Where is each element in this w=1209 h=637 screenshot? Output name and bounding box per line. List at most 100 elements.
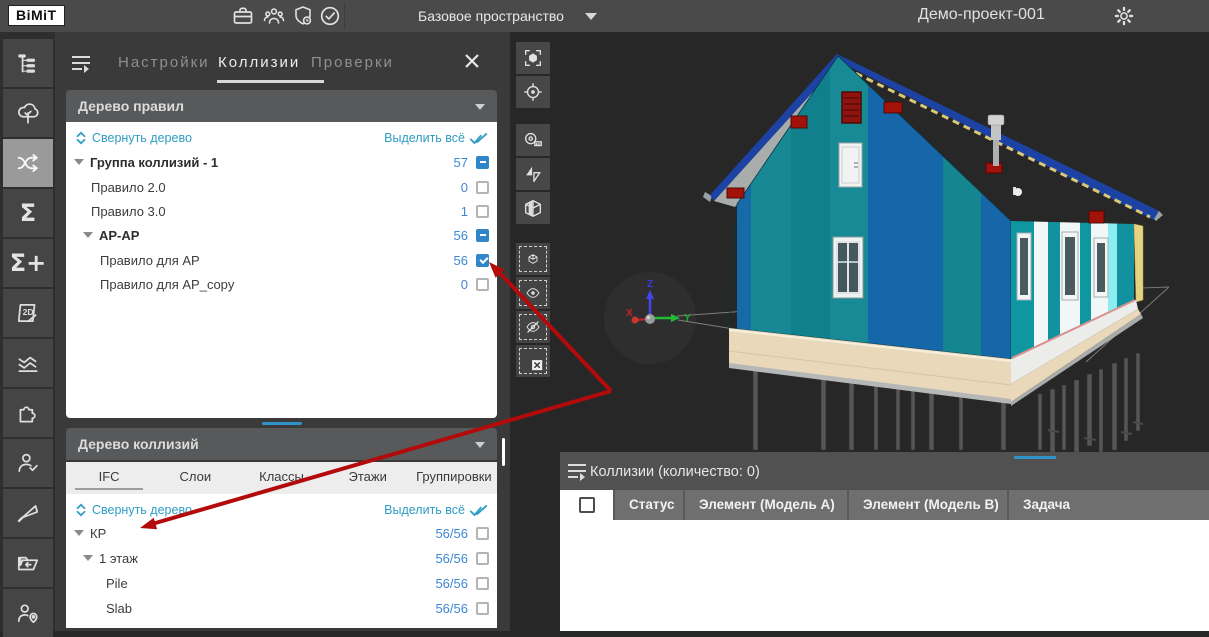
chart-lines-icon[interactable] [3, 339, 53, 387]
gable-window [833, 237, 863, 298]
workspace-selector[interactable]: Базовое пространство [418, 8, 564, 24]
sigma-glyph: Σ [20, 201, 36, 225]
sigma-icon[interactable]: Σ [3, 189, 53, 237]
row-checkbox[interactable] [476, 527, 489, 540]
user-location-icon[interactable] [3, 589, 53, 637]
gear-icon[interactable] [1113, 5, 1135, 27]
hide-selection-icon[interactable] [516, 311, 550, 343]
tree-row[interactable]: Pile 56/56 [66, 571, 497, 595]
tree-row-label: КР [90, 526, 106, 541]
results-panel-title: Коллизии (количество: 0) [590, 464, 760, 480]
select-all-link[interactable]: Выделить всё [384, 131, 465, 145]
tab-ifc[interactable]: IFC [66, 462, 152, 494]
sigma-plus-icon[interactable]: Σ+ [3, 239, 53, 287]
collision-count: 56/56 [435, 576, 468, 591]
active-tab-underline [217, 80, 324, 83]
column-element-a[interactable]: Элемент (Модель A) [683, 490, 847, 520]
row-checkbox[interactable] [476, 254, 489, 267]
panel-scrollbar[interactable] [502, 438, 505, 466]
caret-icon[interactable] [83, 232, 93, 238]
tab-layers[interactable]: Слои [152, 462, 238, 494]
clear-selection-icon[interactable] [516, 345, 550, 377]
user-check-icon[interactable] [3, 439, 53, 487]
row-checkbox[interactable] [476, 229, 489, 242]
collapse-tree-link[interactable]: Свернуть дерево [92, 503, 192, 517]
briefcase-icon[interactable] [230, 4, 256, 28]
locate-icon[interactable] [516, 76, 550, 108]
select-all-icon[interactable] [469, 503, 489, 518]
roof-vent [842, 92, 861, 123]
caret-icon[interactable] [74, 530, 84, 536]
dashed-frame [519, 246, 547, 272]
collapse-tree-icon[interactable] [74, 502, 88, 518]
row-checkbox[interactable] [476, 181, 489, 194]
panel-resize-handle[interactable] [262, 422, 302, 425]
row-checkbox[interactable] [476, 602, 489, 615]
tab-groupings[interactable]: Группировки [411, 462, 497, 494]
collapse-tree-icon[interactable] [74, 130, 88, 146]
tree-row[interactable]: Правило 2.0 0 [66, 175, 497, 199]
collision-count: 56/56 [435, 551, 468, 566]
tree-row-label: Pile [106, 576, 128, 591]
column-element-b[interactable]: Элемент (Модель B) [847, 490, 1007, 520]
rules-tree-header[interactable]: Дерево правил [66, 90, 497, 122]
select-all-link[interactable]: Выделить всё [384, 503, 465, 517]
clash-detection-icon[interactable] [3, 139, 53, 187]
chevron-down-icon[interactable] [585, 13, 597, 20]
tree-row-label: Правило для АР_copy [100, 277, 234, 292]
tab-checks[interactable]: Проверки [311, 54, 394, 71]
fit-view-icon[interactable] [516, 42, 550, 74]
model-structure-icon[interactable] [3, 39, 53, 87]
collision-count: 56/56 [435, 601, 468, 616]
measure-icon[interactable] [516, 124, 550, 156]
tree-row[interactable]: Правило для АР_copy 0 [66, 272, 497, 296]
shield-badge-icon[interactable] [290, 4, 316, 28]
row-checkbox[interactable] [476, 278, 489, 291]
nature-tree-icon[interactable] [3, 89, 53, 137]
section-box-icon[interactable] [516, 192, 550, 224]
column-task[interactable]: Задача [1007, 490, 1209, 520]
close-icon[interactable] [463, 52, 483, 72]
tool-sidebar: Σ Σ+ 2D [0, 32, 55, 631]
row-checkbox[interactable] [476, 205, 489, 218]
isolate-selection-icon[interactable] [516, 243, 550, 275]
tab-collisions[interactable]: Коллизии [218, 54, 300, 71]
tab-floors[interactable]: Этажи [325, 462, 411, 494]
check-circle-icon[interactable] [317, 4, 343, 28]
trowel-icon[interactable] [3, 489, 53, 537]
show-selection-icon[interactable] [516, 277, 550, 309]
collision-count: 56 [454, 253, 468, 268]
project-title: Демо-проект-001 [918, 6, 1045, 24]
tree-row[interactable]: Группа коллизий - 1 57 [66, 150, 497, 174]
tree-row[interactable]: АР-АР 56 [66, 223, 497, 247]
select-all-icon[interactable] [469, 131, 489, 146]
tab-classes[interactable]: Классы [238, 462, 324, 494]
panel-resize-handle[interactable] [1014, 456, 1056, 459]
section-plane-icon[interactable] [516, 158, 550, 190]
row-checkbox[interactable] [476, 156, 489, 169]
select-all-checkbox[interactable] [579, 497, 595, 513]
tab-settings[interactable]: Настройки [118, 54, 210, 71]
tree-row[interactable]: Slab 56/56 [66, 596, 497, 620]
panel-menu-icon[interactable] [568, 464, 586, 478]
wall-lamp [1013, 187, 1022, 196]
collisions-tree-header[interactable]: Дерево коллизий [66, 428, 497, 460]
tree-row[interactable]: Правило для АР 56 [66, 248, 497, 272]
caret-icon[interactable] [74, 159, 84, 165]
tree-row[interactable]: 1 этаж 56/56 [66, 546, 497, 570]
gable-wall [729, 50, 1011, 370]
folder-export-icon[interactable] [3, 539, 53, 587]
tree-row[interactable]: КР 56/56 [66, 521, 497, 545]
column-status[interactable]: Статус [613, 490, 683, 520]
team-icon[interactable] [261, 4, 287, 28]
sigma-plus-glyph: Σ+ [10, 251, 47, 275]
doc-2d-icon[interactable]: 2D [3, 289, 53, 337]
panel-menu-icon[interactable] [72, 56, 90, 70]
collapse-tree-link[interactable]: Свернуть дерево [92, 131, 192, 145]
row-checkbox[interactable] [476, 552, 489, 565]
tree-row[interactable]: Правило 3.0 1 [66, 199, 497, 223]
caret-icon[interactable] [83, 555, 93, 561]
collision-count: 0 [461, 180, 468, 195]
plugin-icon[interactable] [3, 389, 53, 437]
row-checkbox[interactable] [476, 577, 489, 590]
